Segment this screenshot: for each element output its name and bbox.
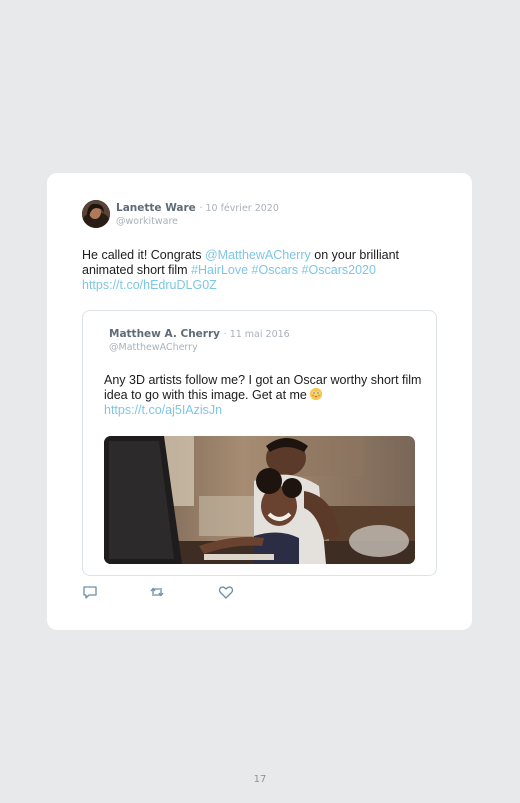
author-handle[interactable]: @workitware (116, 216, 178, 227)
author-name-text: Lanette Ware (116, 202, 196, 214)
avatar[interactable] (82, 200, 110, 228)
quoted-tweet[interactable]: Matthew A. Cherry · 11 mai 2016 @Matthew… (82, 310, 437, 576)
quoted-image[interactable] (104, 436, 415, 564)
quoted-url[interactable]: https://t.co/aj5IAzisJn (104, 403, 222, 417)
hashtag-link[interactable]: #HairLove (191, 263, 248, 277)
hashtag-link[interactable]: #Oscars2020 (302, 263, 376, 277)
page-number: 17 (253, 774, 267, 785)
quoted-author-name-text: Matthew A. Cherry (109, 328, 220, 340)
quoted-handle[interactable]: @MatthewACherry (109, 342, 198, 353)
hashtag-link[interactable]: #Oscars (252, 263, 299, 277)
tweet-date: · 10 février 2020 (199, 203, 279, 214)
quoted-text-body: Any 3D artists follow me? I got an Oscar… (104, 373, 422, 402)
profile-photo-icon (82, 200, 110, 228)
tweet-card: Lanette Ware · 10 février 2020 @workitwa… (47, 173, 472, 630)
tweet-url[interactable]: https://t.co/hEdruDLG0Z (82, 278, 217, 292)
quoted-text: Any 3D artists follow me? I got an Oscar… (104, 373, 424, 418)
retweet-icon[interactable] (149, 584, 165, 600)
quoted-date: · 11 mai 2016 (223, 329, 290, 340)
tweet-text: He called it! Congrats @MatthewACherry o… (82, 248, 442, 293)
flushed-face-emoji-icon (310, 388, 323, 400)
author-name[interactable]: Lanette Ware · 10 février 2020 (116, 202, 279, 214)
reply-icon[interactable] (82, 584, 98, 600)
heart-icon[interactable] (218, 584, 234, 600)
quoted-author-name[interactable]: Matthew A. Cherry · 11 mai 2016 (109, 328, 290, 340)
animated-scene-image-icon (104, 436, 415, 564)
mention-link[interactable]: @MatthewACherry (205, 248, 311, 262)
tweet-text-part: He called it! Congrats (82, 248, 205, 262)
